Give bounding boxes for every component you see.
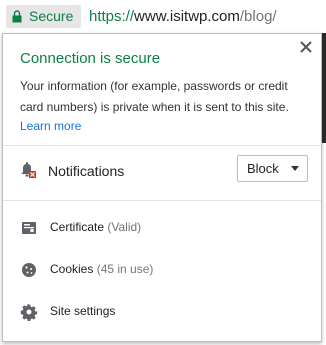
- divider: [3, 145, 321, 146]
- gear-icon: [20, 303, 38, 321]
- cookies-text: Cookies (45 in use): [50, 262, 153, 276]
- notifications-blocked-icon: [21, 162, 36, 178]
- notifications-select[interactable]: Block: [237, 155, 308, 182]
- certificate-row[interactable]: Certificate (Valid): [3, 207, 321, 249]
- url-text[interactable]: https://www.isitwp.com/blog/: [89, 8, 277, 25]
- page-info-popup: Connection is secure Your information (f…: [2, 33, 322, 342]
- site-settings-label: Site settings: [50, 304, 116, 318]
- cookies-row[interactable]: Cookies (45 in use): [3, 249, 321, 291]
- site-info-chip[interactable]: Secure: [6, 5, 81, 28]
- address-bar[interactable]: Secure https://www.isitwp.com/blog/: [0, 0, 326, 34]
- connection-title: Connection is secure: [20, 50, 161, 67]
- permission-label: Notifications: [48, 163, 125, 179]
- permission-row-notifications: Notifications Block: [3, 148, 321, 196]
- url-path: /blog/: [239, 8, 277, 25]
- lock-icon: [12, 10, 22, 23]
- cookies-count: (45 in use): [96, 262, 154, 276]
- select-value: Block: [247, 161, 279, 176]
- cookies-label: Cookies: [50, 262, 94, 276]
- site-settings-row[interactable]: Site settings: [3, 291, 321, 333]
- certificate-status: (Valid): [107, 220, 142, 234]
- url-host: www.isitwp.com: [134, 8, 240, 25]
- secure-label: Secure: [29, 8, 74, 24]
- close-icon[interactable]: [299, 40, 313, 54]
- cookie-icon: [22, 263, 36, 277]
- divider: [3, 200, 321, 201]
- certificate-label: Certificate: [50, 220, 105, 234]
- certificate-text: Certificate (Valid): [50, 220, 141, 234]
- connection-description: Your information (for example, passwords…: [20, 79, 289, 114]
- learn-more-link[interactable]: Learn more: [20, 119, 81, 133]
- certificate-icon: [22, 222, 36, 234]
- url-scheme: https://: [89, 8, 135, 25]
- chevron-down-icon: [291, 166, 299, 171]
